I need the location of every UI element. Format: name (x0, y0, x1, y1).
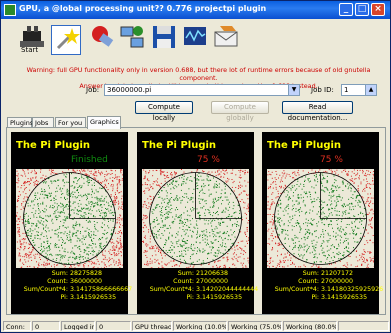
plugin-title: The Pi Plugin (142, 140, 217, 151)
monte-carlo-scatter (267, 169, 374, 268)
window-title: GPU, a @lobal processing unit?? 0.776 pr… (19, 4, 267, 13)
stat-label-count: Count: (173, 278, 194, 285)
stat-value-ratio: 3.14202044444444 (196, 286, 259, 293)
minimize-button[interactable]: _ (339, 3, 353, 16)
compute-locally-button[interactable]: Compute locally (135, 101, 193, 122)
stat-label-pi: Pi: (60, 294, 68, 301)
status-empty (338, 321, 389, 331)
stat-label-pi: Pi: (311, 294, 319, 301)
status-bar: Conn: 0 Logged in: 0 GPU threads: Workin… (1, 320, 390, 332)
pi-plugin-panel: The Pi Plugin Finished Sum: 28275828 Coun… (11, 132, 132, 314)
status-conn-value: 0 (32, 321, 60, 331)
status-thread-1: Working (10.0%) (173, 321, 227, 331)
status-thread-3: Working (80.0%) (283, 321, 337, 331)
start-label[interactable]: Start (21, 46, 38, 54)
compute-globally-button[interactable]: Compute globally (211, 101, 269, 122)
read-documentation-button[interactable]: Read documentation... (282, 101, 353, 122)
status-logged-label: Logged in: (61, 321, 95, 331)
plugin-stats: Sum: 28275828 Count: 36000000 Sum/Count*4:… (16, 270, 132, 302)
pi-plugin-panel: The Pi Plugin 75 % Sum: 21206638 Count: 27… (137, 132, 258, 314)
stat-value-pi: 3.1415926535 (70, 294, 117, 301)
plugin-title: The Pi Plugin (267, 140, 342, 151)
toolbar (1, 19, 390, 59)
status-thread-2: Working (75.0%) (228, 321, 282, 331)
stat-label-sum: Sum: (177, 270, 194, 277)
plugin-status: 75 % (320, 155, 343, 165)
status-logged-value: 0 (96, 321, 131, 331)
stat-value-count: 36000000 (70, 278, 103, 285)
status-gpu-label: GPU threads: (132, 321, 172, 331)
stat-value-sum: 28275828 (70, 270, 103, 277)
save-disk-icon[interactable] (150, 23, 178, 51)
stat-value-sum: 21207172 (321, 270, 354, 277)
monte-carlo-scatter (142, 169, 249, 268)
plugin-status: Finished (71, 155, 108, 165)
stat-label-sum: Sum: (51, 270, 68, 277)
stat-label-ratio: Sum/Count*4: (23, 286, 68, 293)
wand-icon (56, 28, 80, 50)
app-icon (4, 4, 16, 16)
job-id-spinner[interactable]: 1 ▲ (341, 84, 377, 96)
app-window: GPU, a @lobal processing unit?? 0.776 pr… (0, 0, 391, 333)
stat-label-count: Count: (298, 278, 319, 285)
chevron-down-icon[interactable]: ▼ (288, 85, 299, 95)
plugin-status: 75 % (197, 155, 220, 165)
job-select[interactable]: 36000000.pi ▼ (104, 84, 300, 96)
stat-value-pi: 3.1415926535 (196, 294, 243, 301)
stat-value-count: 27000000 (196, 278, 229, 285)
pi-plugin-panel: The Pi Plugin 75 % Sum: 21207172 Count: 27… (262, 132, 383, 314)
tab-graphics[interactable]: Graphics (87, 116, 121, 129)
eraser-icon[interactable] (88, 23, 116, 51)
job-select-value: 36000000.pi (107, 86, 152, 94)
plugin-stats: Sum: 21206638 Count: 27000000 Sum/Count*4:… (142, 270, 258, 302)
job-id-label: Job ID: (311, 86, 334, 94)
plugin-title: The Pi Plugin (16, 140, 91, 151)
stat-label-ratio: Sum/Count*4: (149, 286, 194, 293)
title-bar[interactable]: GPU, a @lobal processing unit?? 0.776 pr… (1, 1, 390, 19)
pi-scatter-canvas (16, 169, 123, 268)
stat-value-count: 27000000 (321, 278, 354, 285)
close-button[interactable]: × (371, 3, 385, 16)
stat-value-sum: 21206638 (196, 270, 229, 277)
monitor-graph-icon[interactable] (181, 23, 209, 51)
monte-carlo-scatter (16, 169, 123, 268)
stat-label-ratio: Sum/Count*4: (274, 286, 319, 293)
stat-label-sum: Sum: (302, 270, 319, 277)
pi-scatter-canvas (267, 169, 374, 268)
mail-icon[interactable] (212, 23, 240, 51)
pi-scatter-canvas (142, 169, 249, 268)
stat-label-pi: Pi: (186, 294, 194, 301)
status-conn-label: Conn: (3, 321, 31, 331)
stat-value-pi: 3.1415926535 (321, 294, 368, 301)
maximize-button[interactable]: □ (355, 3, 369, 16)
stat-label-count: Count: (47, 278, 68, 285)
stat-value-ratio: 3.14175866666667 (70, 286, 133, 293)
job-label: Job: (86, 86, 100, 94)
stat-value-ratio: 3.14180325925926 (321, 286, 384, 293)
tool-wizard-button[interactable] (51, 25, 81, 55)
plugin-stats: Sum: 21207172 Count: 27000000 Sum/Count*4:… (267, 270, 383, 302)
warning-line-1: Warning: full GPU functionality only in … (26, 66, 371, 82)
spinner-arrows-icon[interactable]: ▲ (365, 85, 376, 95)
job-id-value: 1 (344, 86, 349, 94)
network-icon[interactable] (118, 23, 146, 51)
